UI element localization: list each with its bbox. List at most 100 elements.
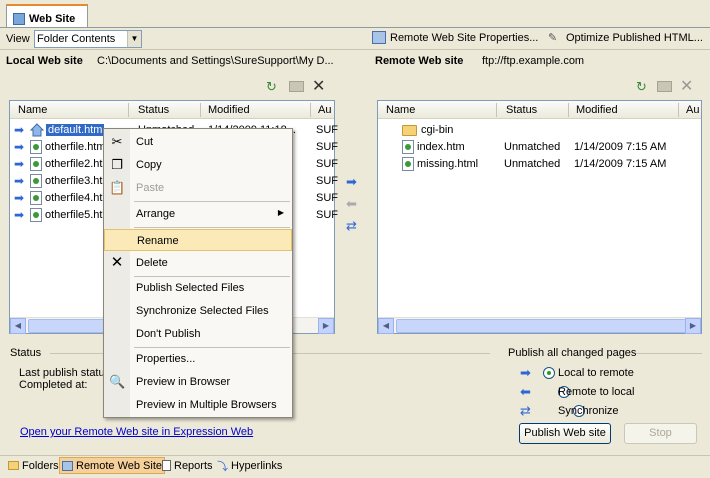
remote-row-cgi-bin[interactable]: cgi-bin xyxy=(402,122,453,138)
tab-label: Folders xyxy=(22,459,59,472)
file-name: otherfile3.htm xyxy=(45,175,112,187)
col-status[interactable]: Status xyxy=(138,104,169,116)
folder-icon xyxy=(402,124,417,136)
local-row-otherfile5[interactable]: ➡ otherfile5.htm xyxy=(14,207,112,223)
radio-local-to-remote[interactable] xyxy=(543,367,555,380)
menu-item-preview-multiple[interactable]: Preview in Multiple Browsers xyxy=(104,394,292,416)
radio-label[interactable]: Remote to local xyxy=(558,386,634,398)
local-row-otherfile4[interactable]: ➡ otherfile4.htm xyxy=(14,190,112,206)
scroll-thumb[interactable] xyxy=(396,319,686,333)
file-name: cgi-bin xyxy=(421,124,454,136)
tab-hyperlinks[interactable]: ⤵ Hyperlinks xyxy=(215,457,284,474)
menu-item-arrange[interactable]: Arrange ▶ xyxy=(104,203,292,225)
synchronize-option-icon: ⇄ xyxy=(520,403,531,418)
publish-web-site-button[interactable]: Publish Web site xyxy=(519,423,611,444)
col-modified[interactable]: Modified xyxy=(576,104,618,116)
tab-reports[interactable]: Reports xyxy=(160,457,215,474)
stop-button[interactable]: Stop xyxy=(624,423,697,444)
context-menu: ✂ Cut ❐ Copy 📋 Paste Arrange ▶ Rename ✕ … xyxy=(103,128,293,418)
tab-strip xyxy=(0,0,710,28)
col-status[interactable]: Status xyxy=(506,104,537,116)
remote-properties-button[interactable]: Remote Web Site Properties... xyxy=(372,31,538,44)
menu-label: Paste xyxy=(136,182,165,194)
arrow-right-icon: ➡ xyxy=(14,191,25,205)
menu-item-copy[interactable]: ❐ Copy xyxy=(104,154,292,176)
get-from-remote-icon[interactable]: ⬅ xyxy=(346,196,357,212)
remote-column-header: Name Status Modified Au xyxy=(378,101,701,119)
menu-item-sync-selected[interactable]: Synchronize Selected Files xyxy=(104,300,292,322)
open-remote-site-link[interactable]: Open your Remote Web site in Expression … xyxy=(20,426,253,438)
magnifier-icon: 🔍 xyxy=(109,374,126,389)
tab-web-site[interactable]: Web Site xyxy=(6,4,88,28)
tab-label: Reports xyxy=(174,459,213,472)
remote-horizontal-scrollbar[interactable]: ◀ ▶ xyxy=(378,317,701,334)
arrow-right-icon: ➡ xyxy=(14,123,25,137)
html-file-icon xyxy=(30,140,42,154)
folder-icon xyxy=(8,461,19,470)
col-author[interactable]: Au xyxy=(686,104,699,116)
remote-row-index[interactable]: index.htm xyxy=(402,139,465,155)
tab-web-site-label: Web Site xyxy=(29,12,76,25)
remote-row-missing[interactable]: missing.html xyxy=(402,156,478,172)
local-row-otherfile2[interactable]: ➡ otherfile2.htm xyxy=(14,156,112,172)
remote-properties-icon xyxy=(372,31,386,44)
view-select[interactable]: Folder Contents ▼ xyxy=(34,30,142,48)
menu-item-delete[interactable]: ✕ Delete xyxy=(104,252,292,274)
scroll-left-icon[interactable]: ◀ xyxy=(10,318,26,334)
menu-item-publish-selected[interactable]: Publish Selected Files xyxy=(104,277,292,299)
optimize-html-button[interactable]: ✎ Optimize Published HTML... xyxy=(548,31,703,45)
menu-separator xyxy=(134,201,290,202)
local-row-otherfile3[interactable]: ➡ otherfile3.htm xyxy=(14,173,112,189)
menu-item-properties[interactable]: Properties... xyxy=(104,348,292,370)
menu-item-dont-publish[interactable]: Don't Publish xyxy=(104,323,292,345)
synchronize-icon[interactable]: ⇄ xyxy=(346,218,357,234)
tab-folders[interactable]: Folders xyxy=(6,457,61,474)
local-row-otherfile[interactable]: ➡ otherfile.htm xyxy=(14,139,106,155)
menu-label: Preview in Multiple Browsers xyxy=(136,399,277,411)
radio-label[interactable]: Synchronize xyxy=(558,405,619,417)
scroll-right-icon[interactable]: ▶ xyxy=(685,318,701,334)
col-name[interactable]: Name xyxy=(386,104,415,116)
col-author[interactable]: Au xyxy=(318,104,331,116)
menu-item-paste[interactable]: 📋 Paste xyxy=(104,177,292,199)
remote-delete-icon[interactable]: ✕ xyxy=(680,76,696,95)
chevron-down-icon[interactable]: ▼ xyxy=(127,31,141,47)
menu-label: Preview in Browser xyxy=(136,376,231,388)
delete-icon[interactable]: ✕ xyxy=(312,76,328,95)
scroll-right-icon[interactable]: ▶ xyxy=(318,318,334,334)
tab-remote-web-site[interactable]: Remote Web Site xyxy=(59,457,166,474)
new-folder-icon[interactable] xyxy=(289,81,304,92)
remote-site-label: Remote Web site xyxy=(375,55,464,67)
remote-new-folder-icon[interactable] xyxy=(657,81,672,92)
menu-label: Rename xyxy=(137,235,179,247)
menu-item-preview-browser[interactable]: 🔍 Preview in Browser xyxy=(104,371,292,393)
file-author: SUF xyxy=(316,175,338,187)
file-author: SUF xyxy=(316,124,338,136)
menu-item-cut[interactable]: ✂ Cut xyxy=(104,131,292,153)
remote-refresh-icon[interactable]: ↻ xyxy=(636,79,652,95)
remote-file-pane[interactable]: Name Status Modified Au cgi-bin index.ht… xyxy=(377,100,702,334)
remote-to-local-icon: ⬅ xyxy=(520,384,531,399)
refresh-icon[interactable]: ↻ xyxy=(266,79,282,95)
file-status: Unmatched xyxy=(504,141,561,153)
file-name: otherfile2.htm xyxy=(45,158,112,170)
col-modified[interactable]: Modified xyxy=(208,104,250,116)
col-name[interactable]: Name xyxy=(18,104,47,116)
copy-icon: ❐ xyxy=(111,157,123,172)
file-status: Unmatched xyxy=(504,158,561,170)
home-page-icon xyxy=(29,123,45,137)
menu-item-rename[interactable]: Rename xyxy=(104,229,292,251)
html-file-icon xyxy=(30,191,42,205)
tab-label: Hyperlinks xyxy=(231,459,283,472)
local-row-default[interactable]: ➡ default.htm xyxy=(14,122,105,138)
html-file-icon xyxy=(402,157,414,171)
file-name: default.htm xyxy=(46,124,105,136)
file-name: otherfile5.htm xyxy=(45,209,112,221)
publish-to-remote-icon[interactable]: ➡ xyxy=(346,174,357,190)
remote-site-path: ftp://ftp.example.com xyxy=(482,55,585,67)
file-name: otherfile.htm xyxy=(45,141,106,153)
menu-label: Copy xyxy=(136,159,162,171)
scroll-left-icon[interactable]: ◀ xyxy=(378,318,394,334)
reports-icon xyxy=(162,460,171,471)
radio-label[interactable]: Local to remote xyxy=(558,367,634,379)
